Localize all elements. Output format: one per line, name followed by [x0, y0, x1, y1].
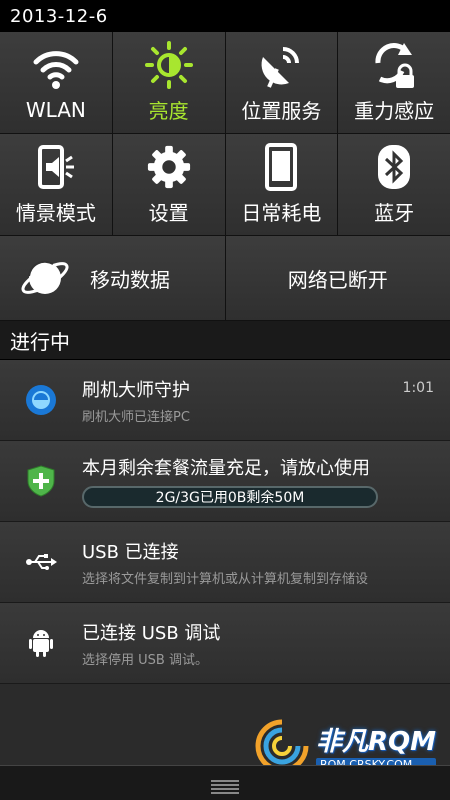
tile-wlan-label: WLAN [25, 97, 86, 122]
rotation-lock-icon [370, 41, 418, 89]
notification-subtitle: 刷机大师已连接PC [82, 409, 190, 425]
quick-settings-row-2: 情景模式 设置 日常耗电 蓝牙 [0, 134, 450, 236]
network-status-label: 网络已断开 [287, 267, 388, 292]
android-debug-icon [0, 628, 82, 658]
data-usage-progress-text: 2G/3G已用0B剩余50M [155, 490, 305, 506]
status-date: 2013-12-6 [10, 5, 108, 27]
tile-settings[interactable]: 设置 [112, 134, 226, 235]
status-bar: 2013-12-6 [0, 0, 450, 32]
tile-rotation-label: 重力感应 [354, 99, 435, 123]
usb-icon [0, 552, 82, 572]
tile-location[interactable]: 位置服务 [225, 32, 339, 133]
data-usage-progress: 2G/3G已用0B剩余50M [82, 486, 378, 508]
drag-handle[interactable] [211, 780, 239, 794]
bluetooth-icon [370, 143, 418, 191]
flash-master-icon [0, 384, 82, 416]
ongoing-header-label: 进行中 [10, 329, 70, 354]
quick-settings-panel: WLAN 亮度 位置服务 重力感应 情景模式 设置 日常耗电 蓝牙 移动数据 网… [0, 32, 450, 321]
notification-time: 1:01 [402, 380, 434, 396]
tile-power-usage-label: 日常耗电 [241, 201, 322, 225]
brightness-icon [144, 41, 193, 89]
sound-profile-icon [32, 143, 80, 191]
notification-usb-debug[interactable]: 已连接 USB 调试 选择停用 USB 调试。 [0, 603, 450, 684]
tile-settings-label: 设置 [148, 201, 189, 225]
notification-usb[interactable]: USB 已连接 选择将文件复制到计算机或从计算机复制到存储设 [0, 522, 450, 603]
notification-title: 刷机大师守护 [82, 379, 190, 401]
shield-plus-icon [0, 465, 82, 497]
tile-network-status[interactable]: 网络已断开 [225, 236, 450, 320]
ongoing-header: 进行中 [0, 321, 450, 360]
notification-title: 已连接 USB 调试 [82, 622, 221, 644]
tile-power-usage[interactable]: 日常耗电 [225, 134, 339, 235]
notification-data-usage[interactable]: 本月剩余套餐流量充足，请放心使用 2G/3G已用0B剩余50M [0, 441, 450, 522]
phone-power-icon [257, 143, 305, 191]
quick-settings-row-3: 移动数据 网络已断开 [0, 236, 450, 321]
notification-title: USB 已连接 [82, 541, 179, 563]
notification-title: 本月剩余套餐流量充足，请放心使用 [82, 458, 370, 479]
tile-sound-profile[interactable]: 情景模式 [0, 134, 113, 235]
globe-icon [0, 252, 90, 304]
quick-settings-row-1: WLAN 亮度 位置服务 重力感应 [0, 32, 450, 134]
tile-mobile-data-label: 移动数据 [90, 267, 170, 292]
tile-brightness-label: 亮度 [148, 99, 189, 123]
tile-sound-profile-label: 情景模式 [15, 201, 96, 225]
tile-mobile-data[interactable]: 移动数据 [0, 236, 226, 320]
gear-icon [145, 143, 193, 191]
tile-bluetooth[interactable]: 蓝牙 [338, 134, 450, 235]
tile-wlan[interactable]: WLAN [0, 32, 113, 133]
location-icon [257, 41, 305, 89]
tile-brightness[interactable]: 亮度 [112, 32, 226, 133]
notification-flash-master[interactable]: 刷机大师守护 刷机大师已连接PC 1:01 [0, 360, 450, 441]
shade-bottom-bar [0, 765, 450, 800]
watermark-brand: 非凡RQM [316, 727, 436, 757]
tile-bluetooth-label: 蓝牙 [374, 201, 415, 225]
notification-subtitle: 选择将文件复制到计算机或从计算机复制到存储设 [82, 571, 369, 587]
tile-location-label: 位置服务 [241, 99, 322, 123]
tile-rotation[interactable]: 重力感应 [338, 32, 450, 133]
notification-subtitle: 选择停用 USB 调试。 [82, 652, 208, 668]
wifi-icon [32, 44, 80, 92]
